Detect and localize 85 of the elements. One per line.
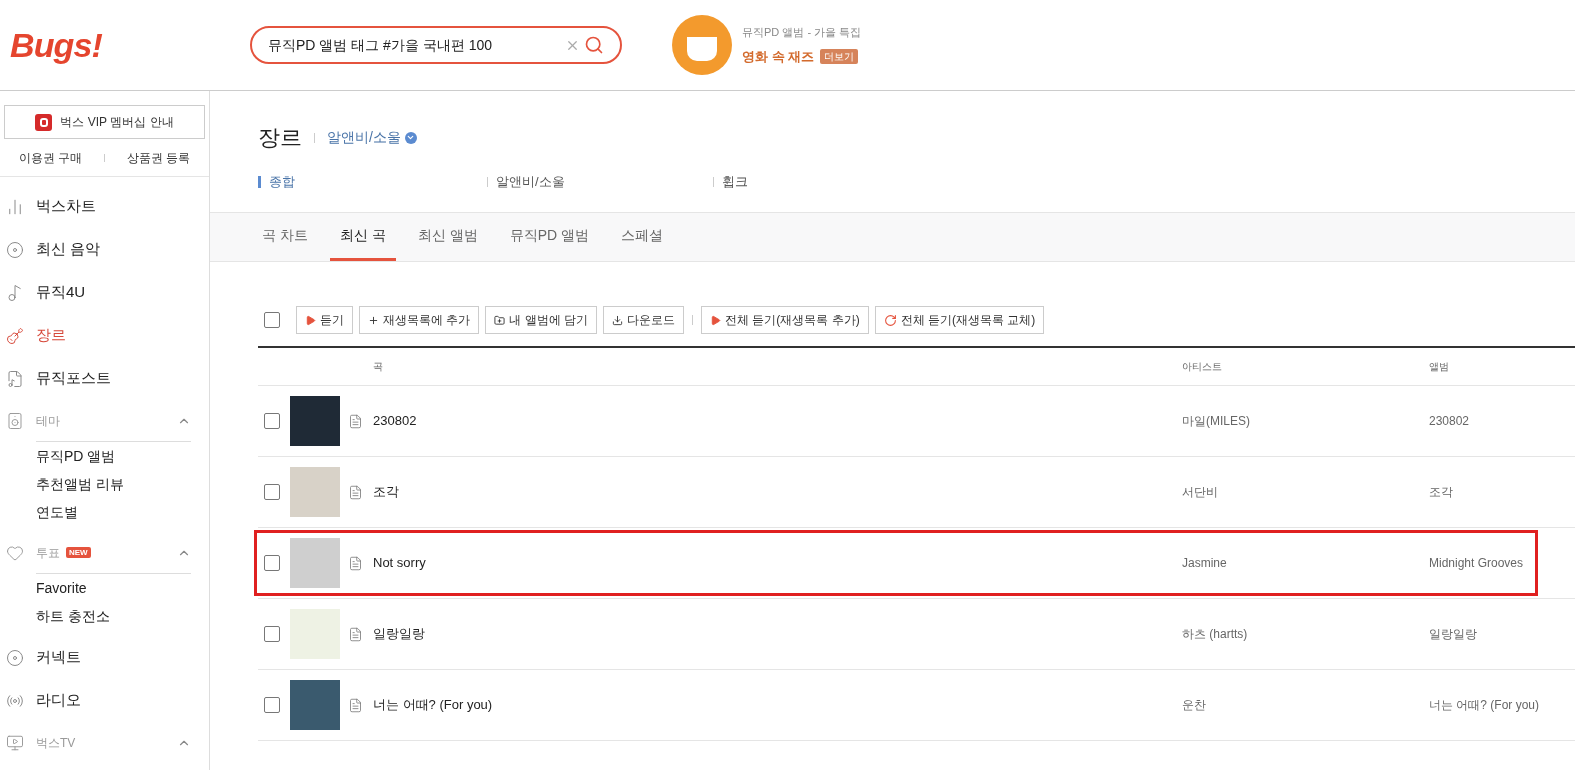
sidebar-link[interactable]: 상품권 등록 xyxy=(127,148,191,167)
artist-name[interactable]: 하츠 (hartts) xyxy=(1182,625,1429,643)
page-title: 장르 xyxy=(258,124,302,152)
disc-icon xyxy=(6,648,24,667)
sidebar-subitem[interactable]: 추천앨범 리뷰 xyxy=(0,470,209,498)
sidebar-subitem[interactable]: 연도별 xyxy=(0,498,209,526)
artist-name[interactable]: Jasmine xyxy=(1182,554,1429,572)
chevron-down-icon xyxy=(404,131,417,144)
plus-icon xyxy=(368,314,379,326)
column-header: 곡 xyxy=(373,360,384,374)
genre-subnav-item[interactable]: 종합 xyxy=(258,176,484,188)
genre-selector[interactable]: 알앤비/소울 xyxy=(327,127,417,148)
song-title[interactable]: 일랑일랑 xyxy=(373,624,1182,644)
sidebar-item[interactable]: 커넥트 xyxy=(0,636,209,679)
sidebar-subitem[interactable]: 뮤직PD 앨범 xyxy=(0,442,209,470)
song-title[interactable]: Not sorry xyxy=(373,553,1182,573)
bugs-logo-icon xyxy=(35,113,53,131)
disc-icon xyxy=(6,240,24,259)
column-header: 앨범 xyxy=(1429,360,1450,374)
search-text: 뮤직PD 앨범 태그 #가을 국내편 100 xyxy=(268,35,494,55)
coffee-cup-thumbnail[interactable] xyxy=(672,15,732,75)
promo-title[interactable]: 영화 속 재즈 xyxy=(742,46,815,66)
vip-membership-button[interactable]: 벅스 VIP 멤버십 안내 xyxy=(4,105,205,139)
toolbar-button[interactable]: 듣기 xyxy=(296,306,353,334)
lyrics-document-icon[interactable] xyxy=(348,626,363,642)
sidebar-subitem[interactable]: Favorite xyxy=(0,574,209,602)
lyrics-document-icon[interactable] xyxy=(348,697,363,713)
sidebar-item[interactable]: 라디오 xyxy=(0,679,209,722)
genre-subnav-item[interactable]: 알앤비/소울 xyxy=(484,176,710,188)
guitar-icon xyxy=(6,326,24,345)
play-icon xyxy=(305,314,316,326)
album-name[interactable]: 조각 xyxy=(1429,483,1575,501)
search-icon[interactable] xyxy=(584,35,604,55)
sidebar-item[interactable]: 뮤직포스트 xyxy=(0,357,209,400)
logo[interactable]: Bugs! xyxy=(10,19,250,71)
column-header: 아티스트 xyxy=(1182,360,1223,374)
toolbar-button[interactable]: 재생목록에 추가 xyxy=(359,306,480,334)
album-name[interactable]: 230802 xyxy=(1429,412,1575,430)
artist-name[interactable]: 운찬 xyxy=(1182,696,1429,714)
lyrics-document-icon[interactable] xyxy=(348,484,363,500)
tab[interactable]: 최신 곡 xyxy=(329,213,396,261)
tab[interactable]: 곡 차트 xyxy=(252,213,318,261)
sidebar-item[interactable]: 장르 xyxy=(0,314,209,357)
music-note-icon xyxy=(6,283,24,302)
sidebar-item[interactable]: 최신 음악 xyxy=(0,228,209,271)
sidebar-item[interactable]: 벅스차트 xyxy=(0,185,209,228)
tv-icon xyxy=(6,734,24,752)
promo-caption: 뮤직PD 앨범 - 가을 특집 xyxy=(742,25,862,40)
checkbox[interactable] xyxy=(264,413,280,429)
album-name[interactable]: Midnight Grooves xyxy=(1429,554,1575,572)
song-title[interactable]: 너는 어때? (For you) xyxy=(373,695,1182,715)
tab[interactable]: 스페셜 xyxy=(611,213,673,261)
new-badge: NEW xyxy=(66,547,91,558)
replay-icon xyxy=(883,313,897,327)
play-all-button[interactable]: 전체 듣기(재생목록 추가) xyxy=(701,306,869,334)
checkbox[interactable] xyxy=(264,484,280,500)
genre-subnav-item[interactable]: 휩크 xyxy=(710,176,936,188)
tab[interactable]: 뮤직PD 앨범 xyxy=(499,213,599,261)
lyrics-document-icon[interactable] xyxy=(348,413,363,429)
artist-name[interactable]: 마일(MILES) xyxy=(1182,412,1429,430)
music-file-icon xyxy=(6,369,24,388)
download-icon xyxy=(612,314,623,326)
checkbox[interactable] xyxy=(264,312,280,328)
checkbox[interactable] xyxy=(264,626,280,642)
song-title[interactable]: 230802 xyxy=(373,411,1182,431)
album-name[interactable]: 너는 어때? (For you) xyxy=(1429,696,1575,714)
toolbar-button[interactable]: 다운로드 xyxy=(603,306,684,334)
speaker-icon xyxy=(6,412,24,430)
sidebar-link[interactable]: 이용권 구매 xyxy=(18,148,82,167)
checkbox[interactable] xyxy=(264,697,280,713)
tab[interactable]: 최신 앨범 xyxy=(407,213,488,261)
heart-icon xyxy=(6,544,24,562)
sidebar-subitem[interactable]: 하트 충전소 xyxy=(0,602,209,630)
toolbar-button[interactable]: 내 앨범에 담기 xyxy=(485,306,597,334)
play-icon xyxy=(710,314,721,326)
song-title[interactable]: 조각 xyxy=(373,482,1182,502)
play-all-button[interactable]: 전체 듣기(재생목록 교체) xyxy=(874,306,1045,334)
artist-name[interactable]: 서단비 xyxy=(1182,483,1429,501)
sidebar-item[interactable]: 뮤직4U xyxy=(0,271,209,314)
album-name[interactable]: 일랑일랑 xyxy=(1429,625,1575,643)
search-field[interactable]: 뮤직PD 앨범 태그 #가을 국내편 100 xyxy=(250,26,622,64)
lyrics-document-icon[interactable] xyxy=(348,555,363,571)
checkbox[interactable] xyxy=(264,555,280,571)
folder-plus-icon xyxy=(494,314,506,326)
bar-chart-icon xyxy=(6,197,24,216)
